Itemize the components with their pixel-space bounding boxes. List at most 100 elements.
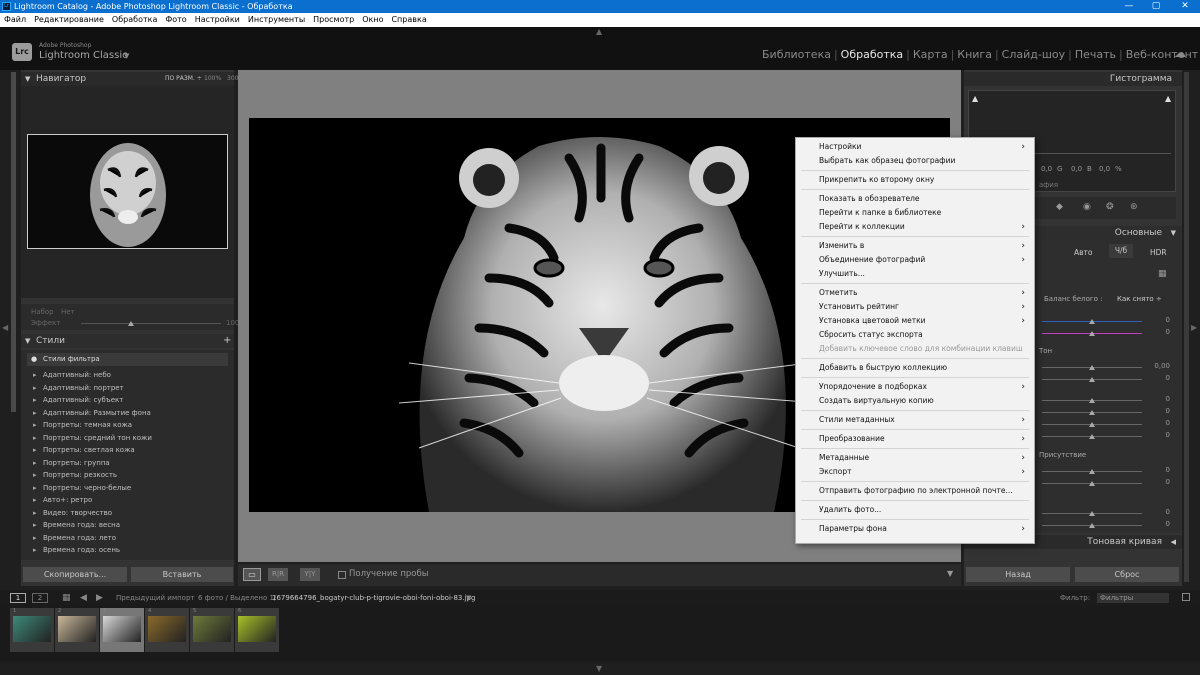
soft-proof-checkbox[interactable] [338,571,346,579]
context-menu-item[interactable]: Настройки › [796,140,1034,154]
shadow-clipping-icon[interactable]: ▲ [972,94,978,103]
filmstrip-thumbnail[interactable]: 4 [145,608,189,652]
toolbar-options-icon[interactable]: ▼ [947,569,953,578]
basic-slider-value[interactable]: 0 [1154,316,1170,324]
style-preset-item[interactable]: Времена года: лето [21,532,234,545]
hdr-button[interactable]: HDR [1150,248,1167,257]
context-menu-item[interactable]: Упорядочение в подборках › [796,380,1034,394]
styles-collapse-icon[interactable]: ▼ [25,334,30,348]
add-style-icon[interactable]: + [223,334,231,348]
basic-slider-thumb[interactable] [1089,377,1095,382]
before-after-split-button[interactable]: Y|Y [300,568,320,581]
menu-develop[interactable]: Обработка [112,15,157,24]
basic-slider-thumb[interactable] [1089,319,1095,324]
basic-slider-value[interactable]: 0 [1154,328,1170,336]
style-preset-item[interactable]: Видео: творчество [21,507,234,520]
context-menu-item[interactable]: Перейти к папке в библиотеке [796,206,1034,220]
context-menu-item[interactable]: Удалить фото... [796,503,1034,517]
filmstrip-thumbnail[interactable]: 2 [55,608,99,652]
context-menu-item[interactable]: Перейти к коллекции › [796,220,1034,234]
filter-lock-icon[interactable] [1182,593,1190,601]
basic-slider-thumb[interactable] [1089,398,1095,403]
menu-view[interactable]: Просмотр [313,15,354,24]
bw-button[interactable]: Ч/б [1109,244,1133,258]
module-print[interactable]: Печать [1075,48,1116,61]
collapse-top-panel-icon[interactable]: ▲ [596,27,602,36]
style-preset-item[interactable]: Портреты: черно-белые [21,482,234,495]
close-button[interactable]: ✕ [1172,0,1198,13]
style-preset-item[interactable]: Портреты: резкость [21,469,234,482]
context-menu-item[interactable]: Преобразование › [796,432,1034,446]
basic-slider-value[interactable]: 0 [1154,520,1170,528]
basic-slider-value[interactable]: 0 [1154,374,1170,382]
style-preset-item[interactable]: Портреты: темная кожа [21,419,234,432]
right-scrollbar[interactable] [1184,72,1189,582]
menu-settings[interactable]: Настройки [195,15,240,24]
style-preset-item[interactable]: Адаптивный: Размытие фона [21,407,234,420]
module-library[interactable]: Библиотека [762,48,831,61]
histogram-header[interactable]: Гистограмма [964,72,1182,86]
wb-select[interactable]: Как снято ÷ [1117,295,1162,303]
context-menu-item[interactable]: Объединение фотографий › [796,253,1034,267]
context-menu-item[interactable]: Стили метаданных › [796,413,1034,427]
filename[interactable]: 1679664796_bogatyr-club-p-tigrovie-oboi-… [272,590,475,606]
minimize-button[interactable]: — [1116,0,1142,13]
basic-slider-value[interactable]: 0 [1154,478,1170,486]
style-preset-item[interactable]: Адаптивный: субъект [21,394,234,407]
context-menu-item[interactable]: Выбрать как образец фотографии [796,154,1034,168]
secondary-window-button[interactable]: 2 [32,593,48,603]
module-develop[interactable]: Обработка [841,48,903,61]
styles-header[interactable]: ▼ Стили + [21,334,234,348]
menu-window[interactable]: Окно [362,15,383,24]
highlight-clipping-icon[interactable]: ▲ [1165,94,1171,103]
zoom-fit[interactable]: ПО РАЗМ. ÷ [165,72,202,86]
context-menu-item[interactable]: Метаданные › [796,451,1034,465]
back-arrow-icon[interactable]: ◀ [80,590,87,606]
filmstrip-thumbnail[interactable]: 3 [100,608,144,652]
context-menu-item[interactable]: Отправить фотографию по электронной почт… [796,484,1034,498]
context-menu-item[interactable]: Параметры фона › [796,522,1034,536]
module-slideshow[interactable]: Слайд-шоу [1002,48,1065,61]
loupe-view-button[interactable]: ▭ [243,568,261,581]
basic-slider-value[interactable]: 0 [1154,431,1170,439]
collapse-filmstrip-icon[interactable]: ▼ [596,664,602,673]
basic-slider-thumb[interactable] [1089,511,1095,516]
copy-settings-button[interactable]: Скопировать... [23,567,127,582]
amount-slider-track[interactable] [81,323,221,324]
basic-slider-thumb[interactable] [1089,365,1095,370]
context-menu-item[interactable]: Добавить в быструю коллекцию [796,361,1034,375]
module-web[interactable]: Веб-контент [1126,48,1198,61]
context-menu-item[interactable]: Прикрепить ко второму окну [796,173,1034,187]
profile-browser-icon[interactable]: ▦ [1158,269,1167,279]
menu-tools[interactable]: Инструменты [248,15,305,24]
basic-collapse-icon[interactable]: ▼ [1171,226,1176,240]
back-button[interactable]: Назад [966,567,1070,582]
basic-slider-thumb[interactable] [1089,523,1095,528]
menu-edit[interactable]: Редактирование [34,15,104,24]
auto-button[interactable]: Авто [1074,248,1093,257]
style-preset-item[interactable]: Адаптивный: небо [21,369,234,382]
basic-slider-value[interactable]: 0,00 [1154,362,1170,370]
filmstrip-thumbnail[interactable]: 1 [10,608,54,652]
maximize-button[interactable]: ▢ [1143,0,1169,13]
basic-slider-thumb[interactable] [1089,469,1095,474]
context-menu-item[interactable]: Показать в обозревателе [796,192,1034,206]
navigator-collapse-icon[interactable]: ▼ [25,72,30,86]
filename-dropdown-icon[interactable]: ▼ [466,590,471,606]
basic-slider-value[interactable]: 0 [1154,407,1170,415]
basic-slider-value[interactable]: 0 [1154,395,1170,403]
style-preset-item[interactable]: Портреты: средний тон кожи [21,432,234,445]
context-menu-item[interactable]: Установка цветовой метки › [796,314,1034,328]
basic-slider-thumb[interactable] [1089,410,1095,415]
left-scrollbar[interactable] [11,72,16,412]
navigator-thumbnail[interactable] [27,134,228,249]
collapse-left-panel-icon[interactable]: ◀ [2,323,8,332]
paste-settings-button[interactable]: Вставить [131,567,233,582]
context-menu-item[interactable]: Изменить в › [796,239,1034,253]
menu-photo[interactable]: Фото [165,15,186,24]
style-preset-item[interactable]: Времена года: осень [21,544,234,557]
basic-slider-thumb[interactable] [1089,331,1095,336]
mask-tool-icon[interactable]: ❂ [1106,202,1114,212]
forward-arrow-icon[interactable]: ▶ [96,590,103,606]
style-preset-item[interactable]: Адаптивный: портрет [21,382,234,395]
